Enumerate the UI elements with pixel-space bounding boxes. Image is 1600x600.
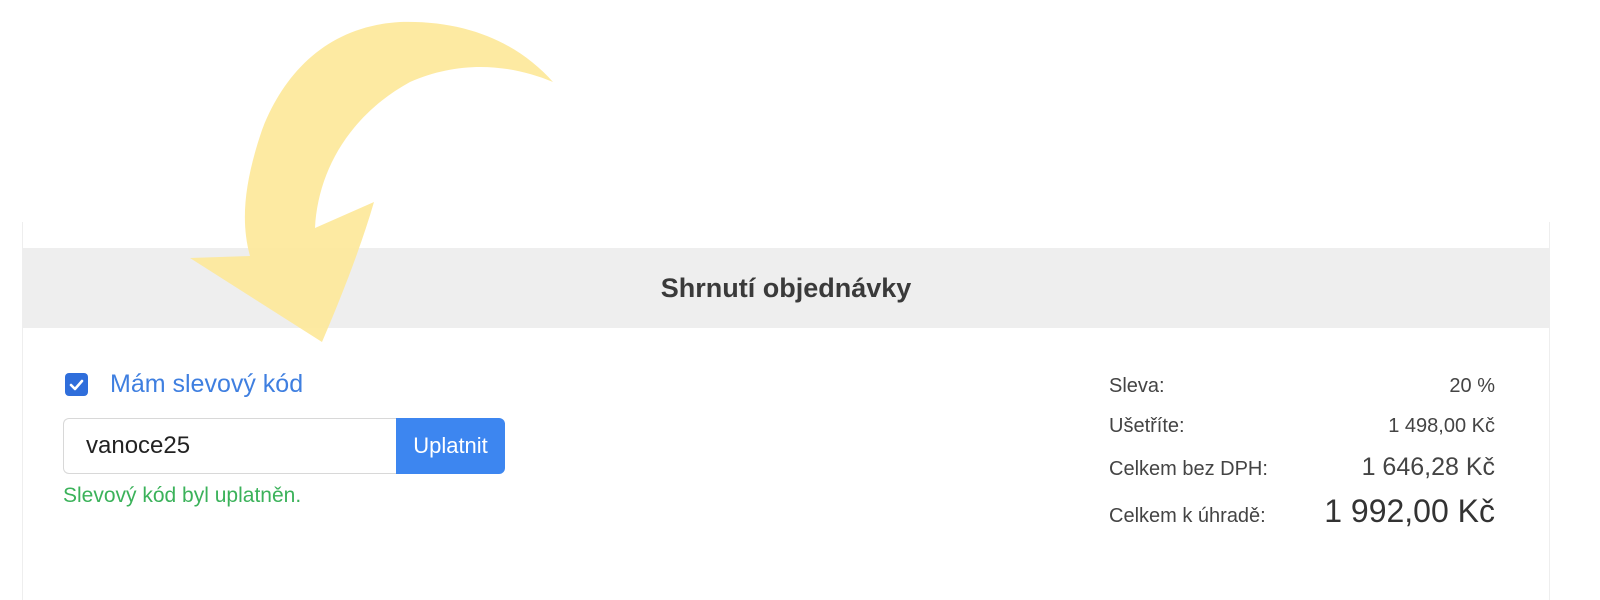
check-icon xyxy=(69,379,84,390)
summary-title: Shrnutí objednávky xyxy=(660,272,912,303)
price-summary: Sleva: 20 % Ušetříte: 1 498,00 Kč Celkem… xyxy=(1109,375,1495,541)
discount-success-message: Slevový kód byl uplatněn. xyxy=(63,484,302,507)
summary-header: Shrnutí objednávky xyxy=(23,248,1549,328)
net-total-value: 1 646,28 Kč xyxy=(1361,453,1495,481)
discount-rate-label: Sleva: xyxy=(1109,375,1165,397)
discount-code-group: Uplatnit xyxy=(63,418,505,474)
order-summary-panel: Shrnutí objednávky Mám slevový kód Uplat… xyxy=(22,222,1550,600)
summary-row-discount: Sleva: 20 % xyxy=(1109,375,1495,415)
discount-code-checkbox[interactable] xyxy=(65,373,88,396)
grand-total-value: 1 992,00 Kč xyxy=(1324,493,1495,529)
discount-code-input[interactable] xyxy=(63,418,396,474)
summary-row-total: Celkem k úhradě: 1 992,00 Kč xyxy=(1109,493,1495,541)
summary-row-saving: Ušetříte: 1 498,00 Kč xyxy=(1109,415,1495,453)
saving-value: 1 498,00 Kč xyxy=(1388,415,1495,437)
grand-total-label: Celkem k úhradě: xyxy=(1109,505,1266,527)
net-total-label: Celkem bez DPH: xyxy=(1109,458,1268,480)
discount-code-toggle[interactable]: Mám slevový kód xyxy=(65,370,303,399)
saving-label: Ušetříte: xyxy=(1109,415,1185,437)
discount-rate-value: 20 % xyxy=(1449,375,1495,397)
apply-discount-button[interactable]: Uplatnit xyxy=(396,418,505,474)
summary-row-net: Celkem bez DPH: 1 646,28 Kč xyxy=(1109,453,1495,493)
discount-code-label[interactable]: Mám slevový kód xyxy=(110,370,303,399)
